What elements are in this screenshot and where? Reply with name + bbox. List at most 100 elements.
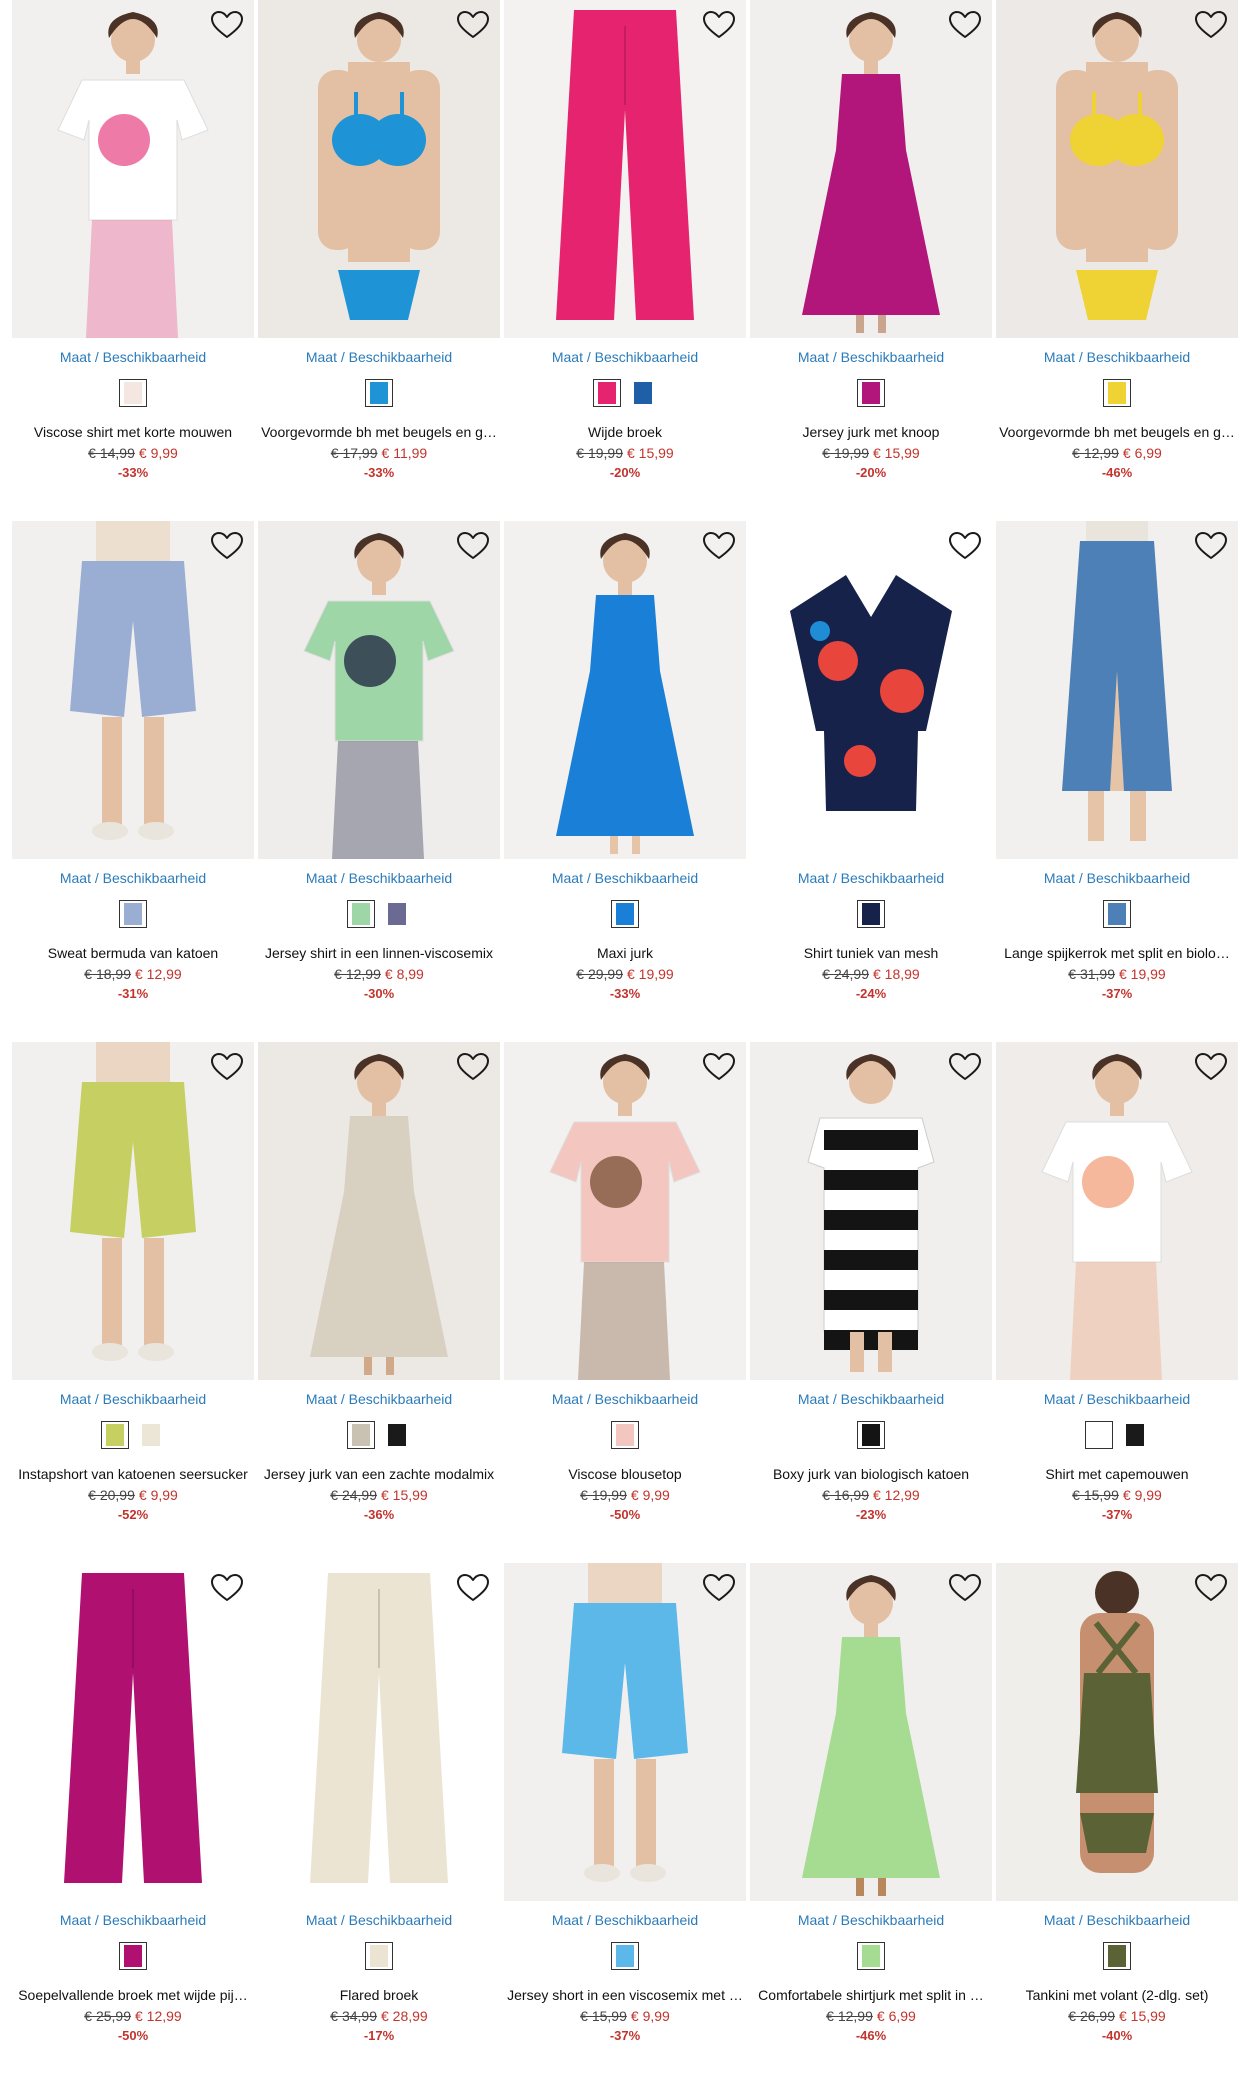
product-image[interactable] [504,1042,746,1380]
heart-outline-icon[interactable] [1194,531,1228,561]
product-card[interactable]: Maat / Beschikbaarheid Viscose shirt met … [12,0,258,498]
heart-outline-icon[interactable] [948,10,982,40]
color-swatch[interactable] [1085,1421,1113,1449]
product-card[interactable]: Maat / Beschikbaarheid Viscose blousetop €… [504,1042,750,1540]
color-swatch[interactable] [593,379,621,407]
size-availability-link[interactable]: Maat / Beschikbaarheid [12,1391,254,1407]
product-name[interactable]: Sweat bermuda van katoen [10,945,256,961]
heart-outline-icon[interactable] [948,531,982,561]
product-image[interactable] [750,521,992,859]
color-swatch[interactable] [857,1421,885,1449]
size-availability-link[interactable]: Maat / Beschikbaarheid [996,1391,1238,1407]
color-swatch[interactable] [137,1421,165,1449]
color-swatch[interactable] [119,900,147,928]
heart-outline-icon[interactable] [702,1573,736,1603]
size-availability-link[interactable]: Maat / Beschikbaarheid [504,1391,746,1407]
color-swatch[interactable] [383,1421,411,1449]
color-swatch[interactable] [119,1942,147,1970]
size-availability-link[interactable]: Maat / Beschikbaarheid [258,1391,500,1407]
product-name[interactable]: Flared broek [256,1987,502,2003]
heart-outline-icon[interactable] [702,1052,736,1082]
color-swatch[interactable] [629,379,657,407]
product-card[interactable]: Maat / Beschikbaarheid Boxy jurk van biol… [750,1042,996,1540]
product-image[interactable] [996,521,1238,859]
product-image[interactable] [12,1042,254,1380]
color-swatch[interactable] [101,1421,129,1449]
size-availability-link[interactable]: Maat / Beschikbaarheid [750,1912,992,1928]
color-swatch[interactable] [611,1421,639,1449]
product-name[interactable]: Boxy jurk van biologisch katoen [748,1466,994,1482]
product-name[interactable]: Tankini met volant (2-dlg. set) [994,1987,1240,2003]
product-card[interactable]: Maat / Beschikbaarheid Voorgevormde bh me… [258,0,504,498]
color-swatch[interactable] [857,1942,885,1970]
product-image[interactable] [996,1042,1238,1380]
product-card[interactable]: Maat / Beschikbaarheid Instapshort van ka… [12,1042,258,1540]
product-card[interactable]: Maat / Beschikbaarheid Voorgevormde bh me… [996,0,1242,498]
product-card[interactable]: Maat / Beschikbaarheid Maxi jurk € 29,99 € … [504,521,750,1019]
heart-outline-icon[interactable] [1194,10,1228,40]
product-image[interactable] [750,1563,992,1901]
product-image[interactable] [750,0,992,338]
size-availability-link[interactable]: Maat / Beschikbaarheid [12,349,254,365]
product-name[interactable]: Maxi jurk [502,945,748,961]
product-name[interactable]: Jersey jurk met knoop [748,424,994,440]
heart-outline-icon[interactable] [456,1052,490,1082]
color-swatch[interactable] [383,900,411,928]
heart-outline-icon[interactable] [702,531,736,561]
product-card[interactable]: Maat / Beschikbaarheid Flared broek € 34,9… [258,1563,504,2061]
product-image[interactable] [258,0,500,338]
product-name[interactable]: Viscose shirt met korte mouwen [10,424,256,440]
product-card[interactable]: Maat / Beschikbaarheid Wijde broek € 19,99… [504,0,750,498]
heart-outline-icon[interactable] [948,1573,982,1603]
product-name[interactable]: Jersey short in een viscosemix met … [502,1987,748,2003]
product-image[interactable] [504,1563,746,1901]
product-card[interactable]: Maat / Beschikbaarheid Soepelvallende bro… [12,1563,258,2061]
product-image[interactable] [12,1563,254,1901]
product-image[interactable] [504,0,746,338]
product-image[interactable] [504,521,746,859]
product-name[interactable]: Voorgevormde bh met beugels en g… [256,424,502,440]
color-swatch[interactable] [1103,900,1131,928]
color-swatch[interactable] [1103,1942,1131,1970]
product-card[interactable]: Maat / Beschikbaarheid Shirt tuniek van m… [750,521,996,1019]
heart-outline-icon[interactable] [456,1573,490,1603]
size-availability-link[interactable]: Maat / Beschikbaarheid [504,870,746,886]
size-availability-link[interactable]: Maat / Beschikbaarheid [12,1912,254,1928]
product-image[interactable] [258,521,500,859]
product-card[interactable]: Maat / Beschikbaarheid Jersey jurk van ee… [258,1042,504,1540]
product-card[interactable]: Maat / Beschikbaarheid Sweat bermuda van … [12,521,258,1019]
product-name[interactable]: Jersey shirt in een linnen-viscosemix [256,945,502,961]
product-image[interactable] [996,1563,1238,1901]
heart-outline-icon[interactable] [702,10,736,40]
product-name[interactable]: Jersey jurk van een zachte modalmix [256,1466,502,1482]
heart-outline-icon[interactable] [210,1052,244,1082]
heart-outline-icon[interactable] [456,10,490,40]
size-availability-link[interactable]: Maat / Beschikbaarheid [258,349,500,365]
product-image[interactable] [996,0,1238,338]
heart-outline-icon[interactable] [948,1052,982,1082]
heart-outline-icon[interactable] [210,1573,244,1603]
size-availability-link[interactable]: Maat / Beschikbaarheid [996,870,1238,886]
color-swatch[interactable] [365,379,393,407]
color-swatch[interactable] [347,900,375,928]
product-image[interactable] [12,0,254,338]
product-name[interactable]: Viscose blousetop [502,1466,748,1482]
size-availability-link[interactable]: Maat / Beschikbaarheid [504,349,746,365]
size-availability-link[interactable]: Maat / Beschikbaarheid [12,870,254,886]
heart-outline-icon[interactable] [210,531,244,561]
heart-outline-icon[interactable] [1194,1573,1228,1603]
product-name[interactable]: Shirt tuniek van mesh [748,945,994,961]
size-availability-link[interactable]: Maat / Beschikbaarheid [750,349,992,365]
product-name[interactable]: Comfortabele shirtjurk met split in … [748,1987,994,2003]
product-name[interactable]: Soepelvallende broek met wijde pij… [10,1987,256,2003]
color-swatch[interactable] [611,900,639,928]
heart-outline-icon[interactable] [210,10,244,40]
product-card[interactable]: Maat / Beschikbaarheid Lange spijkerrok m… [996,521,1242,1019]
product-card[interactable]: Maat / Beschikbaarheid Comfortabele shirt… [750,1563,996,2061]
product-name[interactable]: Lange spijkerrok met split en biolo… [994,945,1240,961]
product-image[interactable] [12,521,254,859]
color-swatch[interactable] [119,379,147,407]
color-swatch[interactable] [857,379,885,407]
product-name[interactable]: Instapshort van katoenen seersucker [10,1466,256,1482]
product-image[interactable] [750,1042,992,1380]
